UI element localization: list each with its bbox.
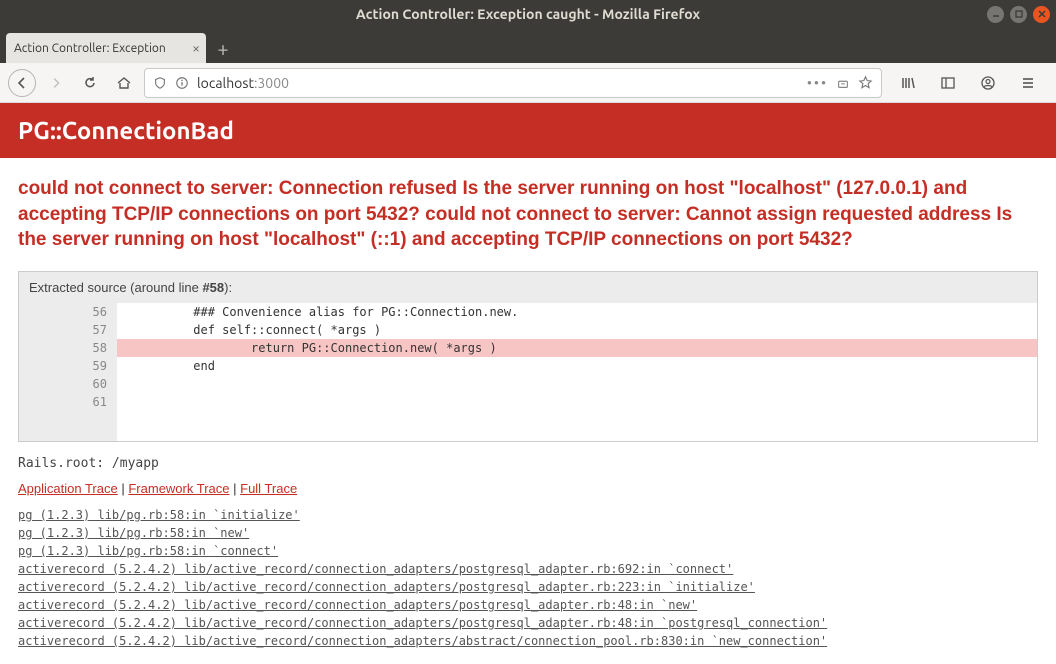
info-icon[interactable] <box>175 76 189 90</box>
line-number: 57 <box>29 321 107 339</box>
stack-frame-link[interactable]: activerecord (5.2.4.2) lib/active_record… <box>18 614 1038 632</box>
window-maximize-button[interactable] <box>1010 6 1027 23</box>
window-titlebar: Action Controller: Exception caught - Mo… <box>0 0 1056 28</box>
tab-active[interactable]: Action Controller: Exception × <box>6 33 206 63</box>
page-content: PG::ConnectionBad could not connect to s… <box>0 103 1056 664</box>
rails-root: Rails.root: /myapp <box>18 456 1038 471</box>
permissions-icon[interactable] <box>836 76 850 90</box>
stack-frame-link[interactable]: pg (1.2.3) lib/pg.rb:58:in `connect' <box>18 542 1038 560</box>
source-line: end <box>117 357 1037 375</box>
exception-body: could not connect to server: Connection … <box>0 158 1056 664</box>
tab-close-button[interactable]: × <box>192 40 200 56</box>
toolbar: localhost:3000 ••• <box>0 63 1056 103</box>
stack-frame-link[interactable]: pg (1.2.3) lib/pg.rb:58:in `initialize' <box>18 506 1038 524</box>
window-title: Action Controller: Exception caught - Mo… <box>356 6 700 22</box>
source-line <box>117 393 1037 411</box>
stack-frame-link[interactable]: activerecord (5.2.4.2) lib/active_record… <box>18 596 1038 614</box>
window-close-button[interactable] <box>1033 6 1050 23</box>
forward-button[interactable] <box>42 69 70 97</box>
trace-full-link[interactable]: Full Trace <box>240 481 297 496</box>
stack-trace: pg (1.2.3) lib/pg.rb:58:in `initialize'p… <box>18 506 1038 650</box>
line-number: 59 <box>29 357 107 375</box>
line-number: 61 <box>29 393 107 411</box>
url-bar[interactable]: localhost:3000 ••• <box>144 68 882 98</box>
source-gutter: 565758596061 <box>19 303 117 441</box>
exception-header: PG::ConnectionBad <box>0 103 1056 158</box>
shield-icon[interactable] <box>153 76 167 90</box>
trace-application-link[interactable]: Application Trace <box>18 481 118 496</box>
home-button[interactable] <box>110 69 138 97</box>
library-icon[interactable] <box>894 69 922 97</box>
url-text: localhost:3000 <box>197 75 289 91</box>
bookmark-icon[interactable] <box>858 75 873 90</box>
line-number: 58 <box>29 339 107 357</box>
new-tab-button[interactable]: + <box>208 33 238 63</box>
toolbar-right <box>888 69 1048 97</box>
source-lines: ### Convenience alias for PG::Connection… <box>117 303 1037 441</box>
tab-label: Action Controller: Exception <box>14 42 166 55</box>
stack-frame-link[interactable]: pg (1.2.3) lib/pg.rb:58:in `new' <box>18 524 1038 542</box>
source-extract: Extracted source (around line #58): 5657… <box>18 271 1038 442</box>
source-line: def self::connect( *args ) <box>117 321 1037 339</box>
page-actions-icon[interactable]: ••• <box>807 75 828 91</box>
back-button[interactable] <box>8 69 36 97</box>
source-line: ### Convenience alias for PG::Connection… <box>117 303 1037 321</box>
trace-tabs: Application Trace | Framework Trace | Fu… <box>18 481 1038 496</box>
window-controls <box>987 6 1050 23</box>
account-icon[interactable] <box>974 69 1002 97</box>
reload-button[interactable] <box>76 69 104 97</box>
source-label: Extracted source (around line #58): <box>19 272 1037 303</box>
stack-frame-link[interactable]: activerecord (5.2.4.2) lib/active_record… <box>18 632 1038 650</box>
line-number: 60 <box>29 375 107 393</box>
line-number: 56 <box>29 303 107 321</box>
source-line: return PG::Connection.new( *args ) <box>117 339 1037 357</box>
tabstrip: Action Controller: Exception × + <box>0 28 1056 63</box>
sidebar-icon[interactable] <box>934 69 962 97</box>
stack-frame-link[interactable]: activerecord (5.2.4.2) lib/active_record… <box>18 578 1038 596</box>
window-minimize-button[interactable] <box>987 6 1004 23</box>
menu-icon[interactable] <box>1014 69 1042 97</box>
source-line <box>117 375 1037 393</box>
exception-message: could not connect to server: Connection … <box>18 176 1038 253</box>
trace-framework-link[interactable]: Framework Trace <box>128 481 229 496</box>
stack-frame-link[interactable]: activerecord (5.2.4.2) lib/active_record… <box>18 560 1038 578</box>
